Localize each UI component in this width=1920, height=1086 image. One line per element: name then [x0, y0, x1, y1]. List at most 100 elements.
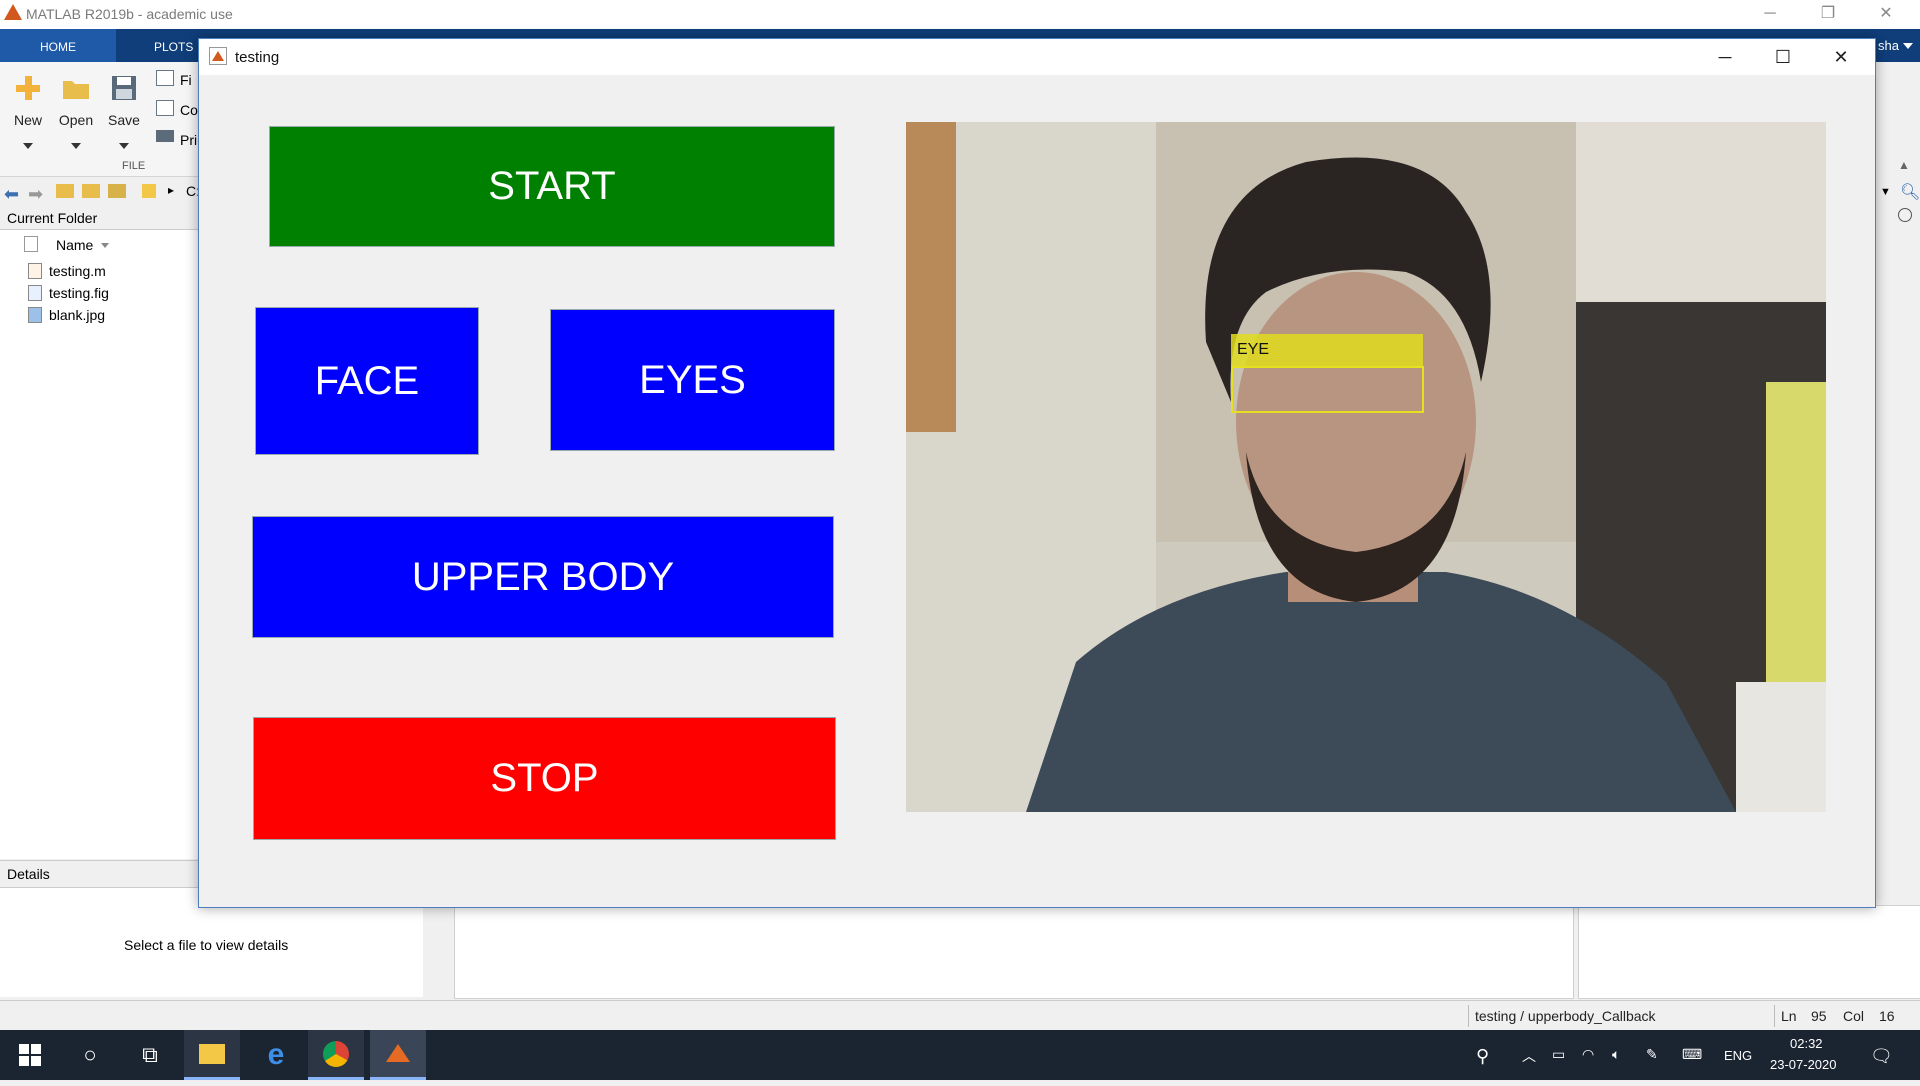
- list-item[interactable]: blank.jpg: [24, 305, 194, 325]
- details-message: Select a file to view details: [124, 937, 289, 953]
- chrome-browser-icon[interactable]: [308, 1030, 364, 1080]
- webcam-frame: [906, 122, 1826, 812]
- chevron-down-icon[interactable]: ▼: [1880, 186, 1891, 198]
- sort-arrow-icon[interactable]: [101, 243, 109, 248]
- matlab-taskbar-icon[interactable]: [370, 1030, 426, 1080]
- new-button[interactable]: New: [6, 68, 50, 158]
- list-item[interactable]: testing.m: [24, 261, 194, 281]
- back-arrow-icon[interactable]: ⬅: [4, 184, 19, 205]
- stop-button-label: STOP: [490, 756, 599, 800]
- plus-icon: [14, 74, 42, 102]
- file-name: blank.jpg: [49, 307, 106, 323]
- search-folder-icon[interactable]: [108, 184, 126, 198]
- image-file-icon: [28, 307, 42, 323]
- file-explorer-icon[interactable]: [184, 1030, 240, 1080]
- notification-icon[interactable]: 🗨︎: [1870, 1046, 1893, 1067]
- tab-plots-label[interactable]: PLOTS: [154, 40, 193, 54]
- details-title: Details: [7, 866, 50, 882]
- restore-icon[interactable]: ❐: [1806, 2, 1850, 26]
- figure-window: testing ─ ☐ ✕ START FACE EYES UPPER BODY…: [198, 38, 1876, 908]
- task-view-icon[interactable]: ⧉: [122, 1030, 178, 1080]
- search-icon[interactable]: 🔍︎: [1900, 182, 1920, 202]
- status-callback: testing / upperbody_Callback: [1468, 1005, 1773, 1027]
- open-label: Open: [58, 112, 94, 128]
- panel-header: Current Folder: [0, 207, 200, 230]
- compare-label[interactable]: Co: [180, 102, 198, 118]
- figure-title-bar: testing ─ ☐ ✕: [199, 39, 1875, 75]
- clock-date[interactable]: 23-07-2020: [1770, 1057, 1837, 1072]
- save-button[interactable]: Save: [102, 68, 146, 158]
- print-label[interactable]: Pri: [180, 132, 197, 148]
- chevron-down-icon[interactable]: [1903, 43, 1913, 49]
- address-bar: ⬅ ➡ ▸ C:: [0, 177, 200, 208]
- close-icon[interactable]: ✕: [1864, 2, 1908, 26]
- status-bar: testing / upperbody_Callback Ln 95 Col 1…: [0, 1000, 1920, 1031]
- folder-icon: [142, 184, 156, 198]
- collapse-icon[interactable]: ▲: [1898, 158, 1910, 172]
- fig-file-icon: [28, 285, 42, 301]
- file-type-column-icon: [24, 236, 38, 252]
- wifi-icon[interactable]: ◠: [1582, 1046, 1594, 1063]
- battery-icon[interactable]: ▭: [1552, 1046, 1565, 1063]
- app-title: MATLAB R2019b - academic use: [26, 6, 233, 22]
- clock-time[interactable]: 02:32: [1790, 1036, 1823, 1051]
- save-label: Save: [108, 112, 140, 128]
- save-icon: [110, 74, 138, 107]
- up-folder-icon[interactable]: [56, 184, 74, 198]
- eyes-button[interactable]: EYES: [550, 309, 835, 451]
- col-value: 16: [1879, 1008, 1895, 1024]
- matlab-logo-icon: [4, 4, 22, 20]
- open-button[interactable]: Open: [54, 68, 98, 158]
- chevron-up-icon[interactable]: ︿: [1522, 1046, 1536, 1066]
- folder-icon: [62, 76, 90, 105]
- people-icon[interactable]: ⚲: [1476, 1046, 1489, 1067]
- eyes-button-label: EYES: [639, 357, 746, 402]
- chevron-down-icon: [119, 143, 129, 149]
- file-section-label: FILE: [122, 160, 146, 172]
- cursor-position: Ln 95 Col 16: [1774, 1005, 1920, 1027]
- name-column-header[interactable]: Name: [56, 237, 93, 253]
- ln-label: Ln: [1781, 1008, 1797, 1024]
- face-button[interactable]: FACE: [255, 307, 479, 455]
- ln-value: 95: [1811, 1008, 1827, 1024]
- matlab-title-bar: MATLAB R2019b - academic use ─ ❐ ✕: [0, 0, 1920, 30]
- find-files-icon[interactable]: [156, 70, 174, 86]
- stop-button[interactable]: STOP: [253, 717, 836, 840]
- matlab-logo-icon: [209, 47, 227, 65]
- minimize-icon[interactable]: ─: [1748, 2, 1792, 26]
- workspace-edge: ▲ ▼ 🔍︎: [1874, 62, 1920, 902]
- chevron-down-icon: [23, 143, 33, 149]
- print-icon[interactable]: [156, 130, 174, 142]
- windows-start-icon[interactable]: [2, 1030, 58, 1080]
- chevron-right-icon[interactable]: ▸: [168, 183, 174, 197]
- volume-icon[interactable]: 🔈︎: [1612, 1046, 1620, 1063]
- face-button-label: FACE: [314, 358, 420, 403]
- workspace-panel[interactable]: [1578, 905, 1920, 999]
- forward-arrow-icon[interactable]: ➡: [28, 184, 43, 205]
- language-indicator[interactable]: ENG: [1724, 1048, 1752, 1063]
- file-name: testing.m: [49, 263, 106, 279]
- ribbon-file-section: New Open Save Fi Co Pri FILE: [0, 62, 200, 177]
- search-circle-icon[interactable]: ○: [62, 1030, 118, 1080]
- find-files-label[interactable]: Fi: [180, 72, 192, 88]
- compare-icon[interactable]: [156, 100, 174, 116]
- start-button[interactable]: START: [269, 126, 835, 247]
- upper-body-button-label: UPPER BODY: [411, 554, 675, 599]
- camera-axes: EYE: [906, 122, 1826, 812]
- edge-browser-icon[interactable]: e: [248, 1030, 304, 1080]
- list-item[interactable]: testing.fig: [24, 283, 194, 303]
- figure-title: testing: [235, 49, 280, 66]
- new-label: New: [13, 112, 42, 128]
- user-menu[interactable]: sha: [1878, 38, 1899, 53]
- browse-folder-icon[interactable]: [82, 184, 100, 198]
- current-folder-panel: Current Folder Name testing.m testing.fi…: [0, 207, 201, 859]
- file-name: testing.fig: [49, 285, 109, 301]
- maximize-icon[interactable]: ☐: [1761, 45, 1805, 69]
- options-icon[interactable]: [1898, 208, 1912, 222]
- close-icon[interactable]: ✕: [1819, 45, 1863, 69]
- upper-body-button[interactable]: UPPER BODY: [252, 516, 834, 638]
- minimize-icon[interactable]: ─: [1703, 45, 1747, 69]
- keyboard-icon[interactable]: ⌨: [1682, 1046, 1702, 1063]
- pen-icon[interactable]: ✎: [1646, 1046, 1658, 1063]
- command-window[interactable]: [454, 905, 1574, 999]
